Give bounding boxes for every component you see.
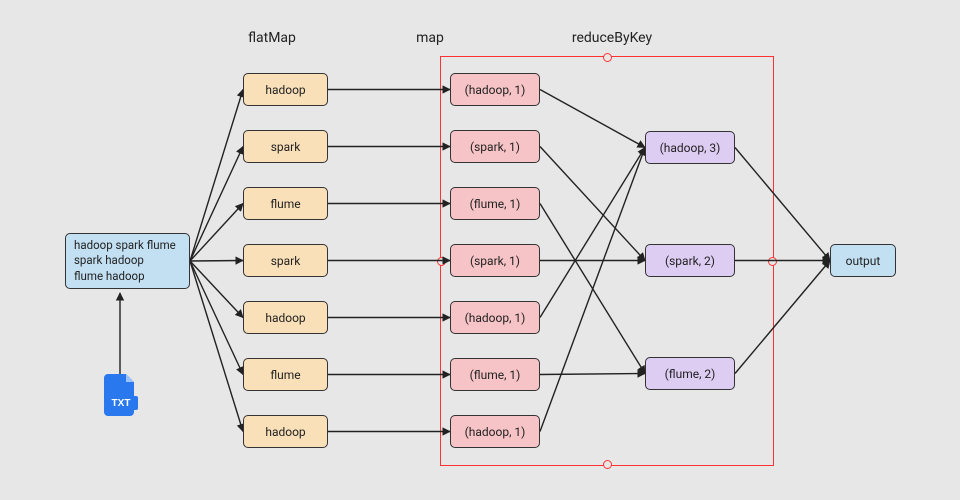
map-item-2: (flume, 1): [450, 187, 540, 220]
flatmap-item-1: spark: [243, 130, 328, 163]
reduce-item-0: (hadoop, 3): [645, 131, 735, 164]
map-item-4: (hadoop, 1): [450, 301, 540, 334]
flatmap-item-6: hadoop: [243, 415, 328, 448]
flatmap-item-0: hadoop: [243, 73, 328, 106]
diagram-stage: flatMap map reduceByKey hadoop spark flu…: [0, 0, 960, 500]
flatmap-item-4: hadoop: [243, 301, 328, 334]
map-item-5: (flume, 1): [450, 358, 540, 391]
reduce-item-1: (spark, 2): [645, 244, 735, 277]
flatmap-item-2: flume: [243, 187, 328, 220]
svg-text:TXT: TXT: [112, 398, 131, 409]
map-item-0: (hadoop, 1): [450, 73, 540, 106]
map-item-3: (spark, 1): [450, 244, 540, 277]
map-item-6: (hadoop, 1): [450, 415, 540, 448]
map-item-1: (spark, 1): [450, 130, 540, 163]
output-box: output: [830, 244, 896, 277]
reduce-item-2: (flume, 2): [645, 357, 735, 390]
txt-file-icon: TXT: [104, 374, 138, 416]
header-map: map: [400, 30, 460, 46]
header-flatmap: flatMap: [232, 30, 312, 46]
input-text-box: hadoop spark flume spark hadoop flume ha…: [65, 233, 190, 289]
header-reducebykey: reduceByKey: [552, 30, 672, 46]
flatmap-item-5: flume: [243, 358, 328, 391]
flatmap-item-3: spark: [243, 244, 328, 277]
